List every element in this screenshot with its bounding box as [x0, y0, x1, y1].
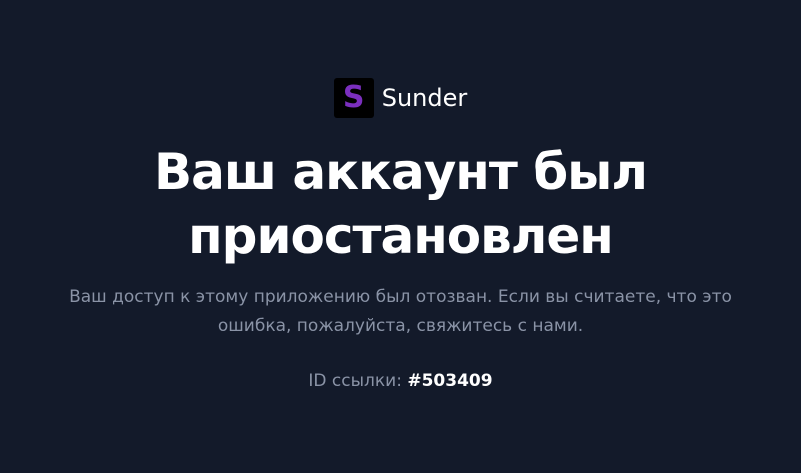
page-title-line-1: Ваш аккаунт был [154, 143, 648, 201]
page-title-line-2: приостановлен [188, 207, 614, 265]
brand-name: Sunder [381, 84, 468, 112]
brand-header: S Sunder [0, 78, 801, 118]
page-title: Ваш аккаунт был приостановлен [0, 140, 801, 268]
suspension-page: S Sunder Ваш аккаунт был приостановлен В… [0, 0, 801, 473]
logo-letter: S [342, 80, 365, 115]
sunder-logo-icon: S [333, 78, 374, 118]
suspension-message-line-1: Ваш доступ к этому приложению был отозва… [69, 287, 732, 307]
reference-id-value: #503409 [407, 371, 493, 391]
reference-id-row: ID ссылки: #503409 [0, 368, 801, 394]
suspension-message-line-2: ошибка, пожалуйста, свяжитесь с нами. [217, 316, 584, 336]
reference-id-label: ID ссылки: [308, 371, 402, 391]
suspension-message: Ваш доступ к этому приложению был отозва… [0, 283, 801, 341]
